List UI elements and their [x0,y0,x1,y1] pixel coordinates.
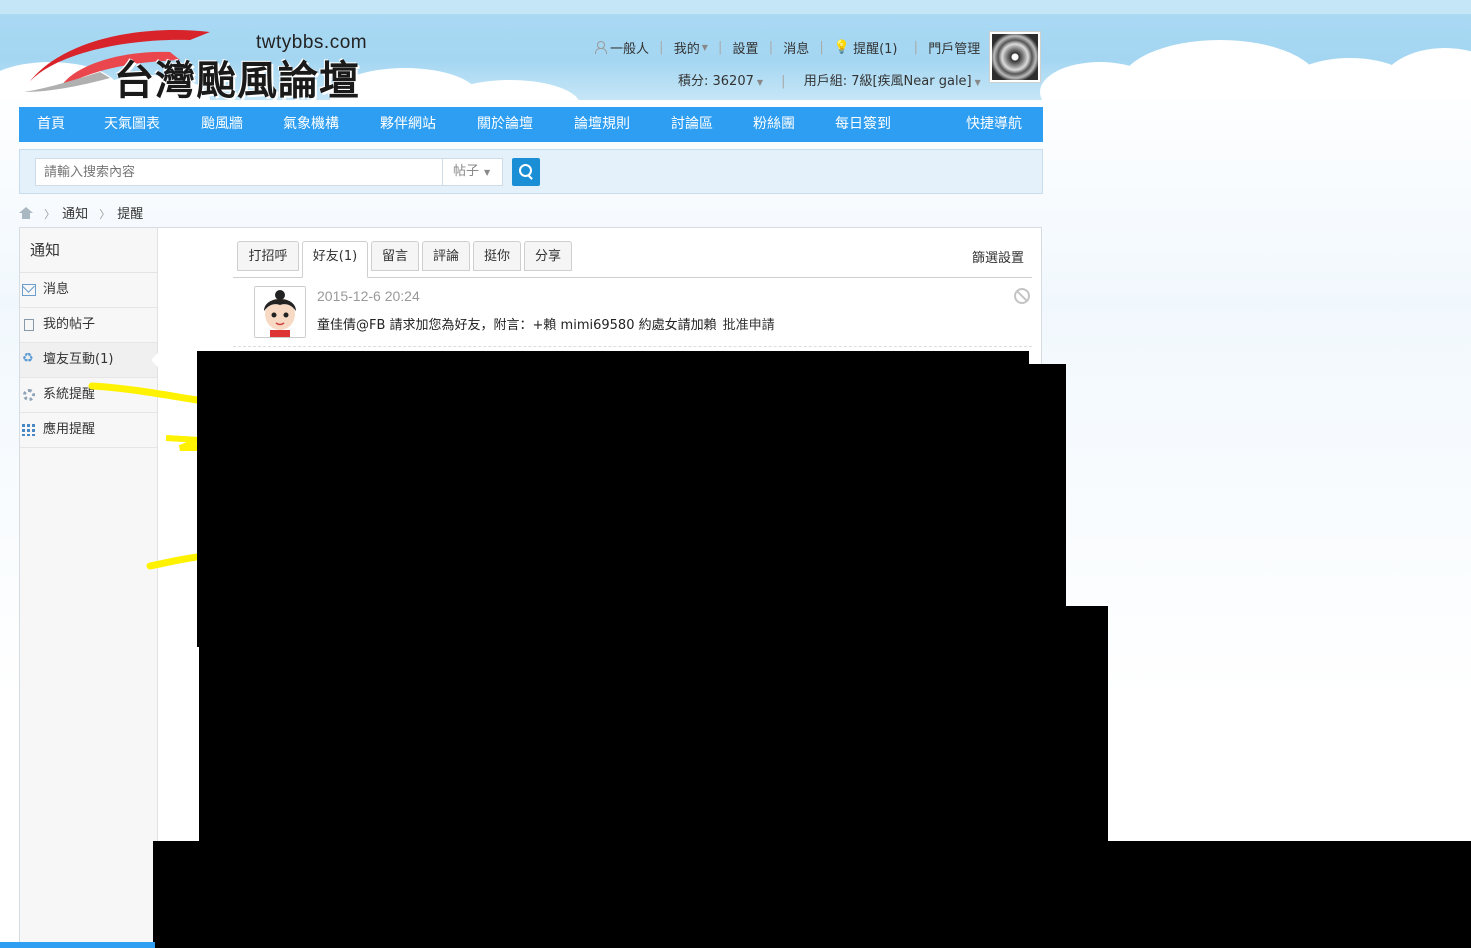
redaction-block [153,841,1471,948]
bottom-strip [0,942,155,948]
redaction-block [1029,364,1066,606]
redaction-block [197,351,1029,647]
redaction-block [199,606,1108,842]
